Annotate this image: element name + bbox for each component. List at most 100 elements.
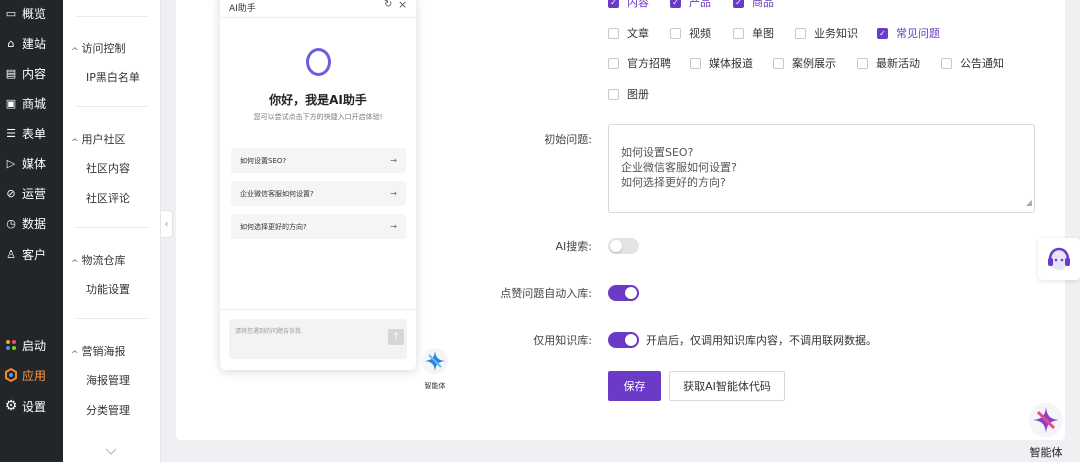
- ai-chat-input[interactable]: 请将您遇到的问题告诉我 ↑: [229, 319, 407, 359]
- home-icon: ⌂: [7, 36, 15, 50]
- ai-assistant-panel: AI助手 ↻ × 你好，我是AI助手 您可以尝试点击下方的快捷入口开启体验! 如…: [220, 0, 416, 370]
- chevron-down-icon[interactable]: [105, 448, 117, 456]
- customer-support-button[interactable]: [1038, 238, 1080, 280]
- nav-label: 设置: [22, 399, 47, 414]
- subnav-item-function-settings[interactable]: 功能设置: [86, 281, 130, 297]
- ai-quick-question[interactable]: 如何设置SEO? →: [231, 148, 406, 173]
- subnav-item-poster-manage[interactable]: 海报管理: [86, 372, 130, 388]
- category-checkbox-content[interactable]: ✓ 内容: [608, 0, 649, 10]
- nav-label: 运营: [22, 186, 47, 201]
- nav-label: 表单: [22, 126, 47, 141]
- category-checkbox-business[interactable]: 业务知识: [795, 25, 858, 41]
- ai-panel-title: AI助手: [229, 4, 256, 14]
- category-checkbox-album[interactable]: 图册: [608, 86, 649, 102]
- ai-search-label: AI搜索:: [555, 240, 592, 253]
- ai-subtitle: 您可以尝试点击下方的快捷入口开启体验!: [253, 113, 383, 121]
- nav-item-customers[interactable]: ♙ 客户: [0, 243, 63, 265]
- agent-launcher[interactable]: 智能体: [1026, 402, 1066, 460]
- nav-item-data[interactable]: ◷ 数据: [0, 212, 63, 234]
- checkbox-box: [733, 27, 744, 39]
- arrow-right-icon: →: [390, 189, 397, 198]
- checkbox-box: [608, 27, 619, 39]
- nav-item-content[interactable]: ▤ 内容: [0, 62, 63, 84]
- arrow-right-icon: →: [390, 222, 397, 231]
- nav-item-launch[interactable]: 启动: [0, 334, 63, 356]
- category-checkbox-goods[interactable]: ✓ 商品: [733, 0, 774, 10]
- checkbox-label: 视频: [689, 27, 711, 40]
- ai-quick-question[interactable]: 如何选择更好的方向? →: [231, 214, 406, 239]
- checkbox-label: 内容: [627, 0, 649, 9]
- checkbox-box: ✓: [608, 0, 619, 8]
- nav-label: 应用: [22, 368, 47, 383]
- nav-item-build[interactable]: ⌂ 建站: [0, 32, 63, 54]
- subnav-item-community-comments[interactable]: 社区评论: [86, 190, 130, 206]
- nav-label: 建站: [22, 36, 47, 51]
- resize-handle-icon[interactable]: ◢: [1026, 195, 1032, 210]
- category-checkbox-single-image[interactable]: 单图: [733, 25, 774, 41]
- refresh-icon[interactable]: ↻: [384, 0, 392, 10]
- category-checkbox-notices[interactable]: 公告通知: [941, 55, 1004, 71]
- main-nav: ▭ 概览 ⌂ 建站 ▤ 内容 ▣ 商城 ☰ 表单 ▷ 媒体 ⊘ 运营 ◷ 数据 …: [0, 0, 63, 462]
- checkbox-box: [608, 57, 619, 69]
- category-checkbox-cases[interactable]: 案例展示: [773, 55, 836, 71]
- checkbox-label: 单图: [752, 27, 774, 40]
- subnav-group-community[interactable]: 用户社区: [71, 131, 126, 147]
- checkbox-label: 产品: [689, 0, 711, 9]
- category-checkbox-recruit[interactable]: 官方招聘: [608, 55, 671, 71]
- checkbox-label: 公告通知: [960, 57, 1004, 70]
- initial-questions-textarea[interactable]: 如何设置SEO? 企业微信客服如何设置? 如何选择更好的方向? ◢: [608, 124, 1035, 213]
- subnav-item-ip-list[interactable]: IP黑白名单: [86, 69, 140, 85]
- nav-item-settings[interactable]: ⚙ 设置: [0, 395, 63, 417]
- checkbox-box: [608, 88, 619, 100]
- subnav-group-access[interactable]: 访问控制: [71, 40, 126, 56]
- nav-item-overview[interactable]: ▭ 概览: [0, 2, 63, 24]
- agent-launcher-small[interactable]: 智能体: [420, 347, 450, 391]
- agent-icon: [1029, 403, 1063, 437]
- nav-label: 数据: [22, 216, 47, 231]
- subnav-item-category-manage[interactable]: 分类管理: [86, 402, 130, 418]
- send-icon[interactable]: ↑: [388, 329, 404, 345]
- collapse-sidebar-button[interactable]: ‹: [161, 210, 173, 238]
- divider: [75, 106, 149, 107]
- subnav-group-logistics[interactable]: 物流仓库: [71, 252, 126, 268]
- ai-panel-header: AI助手 ↻ ×: [220, 0, 416, 18]
- category-checkbox-product[interactable]: ✓ 产品: [670, 0, 711, 10]
- checkbox-box: [773, 57, 784, 69]
- question-text: 如何设置SEO?: [240, 156, 287, 165]
- like-auto-toggle[interactable]: [608, 285, 639, 301]
- checkbox-box: [941, 57, 952, 69]
- question-text: 如何选择更好的方向?: [240, 222, 307, 231]
- checkbox-label: 媒体报道: [709, 57, 753, 70]
- category-checkbox-faq[interactable]: ✓ 常见问题: [877, 25, 940, 41]
- category-checkbox-video[interactable]: 视频: [670, 25, 711, 41]
- category-checkbox-events[interactable]: 最新活动: [857, 55, 920, 71]
- nav-item-media[interactable]: ▷ 媒体: [0, 152, 63, 174]
- subnav-group-poster[interactable]: 营销海报: [71, 343, 126, 359]
- nav-item-store[interactable]: ▣ 商城: [0, 92, 63, 114]
- nav-item-form[interactable]: ☰ 表单: [0, 122, 63, 144]
- ai-search-toggle[interactable]: [608, 238, 639, 254]
- agent-icon: [422, 348, 448, 374]
- divider: [220, 309, 416, 310]
- kb-only-label: 仅用知识库:: [533, 334, 592, 347]
- subnav-item-community-content[interactable]: 社区内容: [86, 160, 130, 176]
- get-agent-code-button[interactable]: 获取AI智能体代码: [669, 371, 785, 401]
- nav-item-apps[interactable]: 应用: [0, 364, 63, 386]
- apps-icon: [4, 368, 18, 382]
- textarea-value: 如何设置SEO? 企业微信客服如何设置? 如何选择更好的方向?: [621, 146, 737, 189]
- close-icon[interactable]: ×: [398, 0, 407, 11]
- ai-quick-question[interactable]: 企业微信客服如何设置? →: [231, 181, 406, 206]
- nav-label: 客户: [22, 247, 47, 262]
- save-button[interactable]: 保存: [608, 371, 661, 401]
- checkbox-label: 案例展示: [792, 57, 836, 70]
- checkbox-box: [670, 27, 681, 39]
- ai-greeting: 你好，我是AI助手: [269, 93, 367, 107]
- checkbox-label: 商品: [752, 0, 774, 9]
- category-checkbox-article[interactable]: 文章: [608, 25, 649, 41]
- input-placeholder: 请将您遇到的问题告诉我: [235, 328, 302, 335]
- nav-label: 内容: [22, 66, 47, 81]
- nav-item-operations[interactable]: ⊘ 运营: [0, 182, 63, 204]
- checkbox-label: 业务知识: [814, 27, 858, 40]
- category-checkbox-media-report[interactable]: 媒体报道: [690, 55, 753, 71]
- kb-only-toggle[interactable]: [608, 332, 639, 348]
